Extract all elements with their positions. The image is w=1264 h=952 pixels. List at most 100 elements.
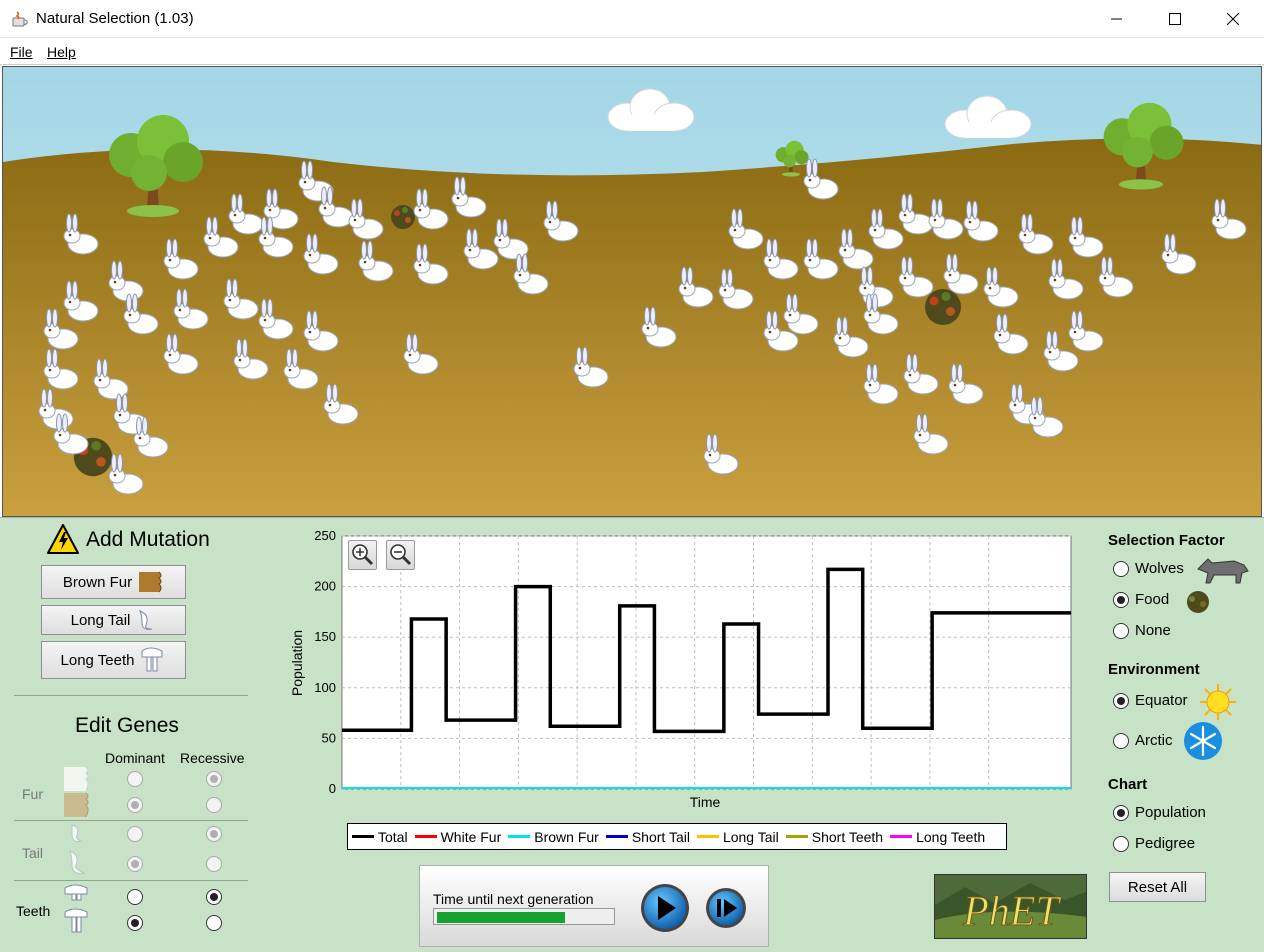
fur-recessive-top-radio[interactable] [206, 771, 222, 787]
phet-logo-image: PhET [935, 875, 1086, 938]
play-button[interactable] [639, 882, 691, 934]
food-label: Food [1135, 591, 1170, 608]
fur-dominant-bottom-radio[interactable] [127, 797, 143, 813]
reset-all-label: Reset All [1127, 878, 1188, 896]
gene-label-fur: Fur [22, 786, 43, 802]
fur-dominant-top-radio[interactable] [127, 771, 143, 787]
close-icon [1227, 13, 1239, 25]
long-tail-label: Long Tail [70, 611, 131, 629]
mutation-genes-separator [14, 695, 248, 696]
phet-logo-text: PhET [962, 889, 1061, 935]
wolf-icon [1197, 558, 1249, 584]
teeth-recessive-top-radio[interactable] [206, 889, 222, 905]
selection-none-option[interactable]: None [1113, 622, 1171, 639]
legend-label: Long Tail [722, 828, 779, 845]
legend-swatch [508, 835, 531, 838]
long-teeth-label: Long Teeth [60, 651, 135, 669]
menu-file[interactable]: File [10, 44, 33, 60]
menu-bar: File Help [0, 38, 1264, 65]
long-tail-swatch-icon [69, 850, 86, 874]
chart-pedigree-option[interactable]: Pedigree [1113, 835, 1195, 852]
menu-file-label: File [10, 44, 33, 60]
chart-population-option[interactable]: Population [1113, 804, 1206, 821]
long-tail-icon [139, 610, 153, 630]
snowflake-icon [1184, 722, 1222, 760]
legend-item: Total [352, 829, 408, 845]
equator-radio[interactable] [1113, 692, 1129, 709]
y-tick-label: 200 [314, 579, 336, 594]
window-title: Natural Selection (1.03) [36, 10, 194, 27]
none-label: None [1135, 622, 1171, 639]
zoom-in-button[interactable] [348, 540, 377, 570]
none-radio[interactable] [1113, 622, 1129, 639]
food-radio[interactable] [1113, 591, 1129, 608]
chart-choice-title: Chart [1108, 776, 1148, 793]
legend-item: White Fur [414, 828, 502, 845]
legend-swatch [785, 835, 808, 838]
selection-wolves-option[interactable]: Wolves [1113, 560, 1184, 577]
gene-label-teeth: Teeth [16, 903, 51, 919]
tail-recessive-top-radio[interactable] [206, 826, 222, 842]
generation-timer-panel: Time until next generation [419, 865, 769, 947]
population-radio[interactable] [1113, 804, 1129, 821]
tail-recessive-bottom-radio[interactable] [206, 856, 222, 872]
tail-dominant-top-radio[interactable] [127, 826, 143, 842]
zoom-out-button[interactable] [386, 540, 415, 570]
pedigree-label: Pedigree [1135, 835, 1196, 852]
long-tail-button[interactable]: Long Tail [41, 605, 186, 635]
legend-label: Long Teeth [916, 828, 986, 845]
maximize-button[interactable] [1146, 0, 1204, 38]
title-bar: Natural Selection (1.03) [0, 0, 1264, 38]
fur-tail-separator [14, 820, 248, 821]
selection-food-option[interactable]: Food [1113, 591, 1169, 608]
legend-swatch [890, 835, 913, 838]
wolves-label: Wolves [1135, 560, 1184, 577]
legend-label: Total [378, 828, 408, 845]
wolves-radio[interactable] [1113, 560, 1129, 577]
legend-swatch [352, 835, 374, 838]
phet-logo[interactable]: PhET [934, 874, 1087, 939]
white-fur-swatch-icon [64, 766, 89, 792]
java-app-icon [12, 11, 28, 27]
long-teeth-icon [141, 647, 163, 672]
close-button[interactable] [1204, 0, 1262, 38]
legend-item: Long Tail [696, 828, 779, 845]
teeth-recessive-bottom-radio[interactable] [206, 915, 222, 931]
arctic-label: Arctic [1135, 732, 1173, 749]
fur-recessive-bottom-radio[interactable] [206, 797, 222, 813]
y-tick-label: 50 [322, 730, 336, 745]
teeth-dominant-bottom-radio[interactable] [127, 915, 143, 931]
legend-label: Short Teeth [811, 828, 884, 845]
add-mutation-title: Add Mutation [86, 528, 210, 551]
pedigree-radio[interactable] [1113, 835, 1129, 852]
world-canvas [3, 67, 1261, 516]
recessive-column-header: Recessive [180, 750, 245, 766]
minimize-button[interactable] [1088, 0, 1146, 38]
selection-factor-title: Selection Factor [1108, 532, 1225, 549]
edit-genes-title: Edit Genes [75, 714, 179, 737]
legend-item: Short Tail [605, 829, 690, 845]
generation-progress-fill [437, 912, 565, 923]
environment-title: Environment [1108, 661, 1200, 678]
teeth-dominant-top-radio[interactable] [127, 889, 143, 905]
step-button[interactable] [704, 886, 748, 930]
environment-equator-option[interactable]: Equator [1113, 692, 1188, 709]
x-axis-label: Time [690, 794, 721, 810]
simulation-world[interactable] [2, 66, 1262, 517]
legend-label: White Fur [440, 828, 502, 845]
equator-label: Equator [1135, 692, 1188, 709]
long-teeth-button[interactable]: Long Teeth [41, 641, 186, 679]
legend-swatch [696, 835, 719, 838]
tail-teeth-separator [14, 880, 248, 881]
zoom-out-icon [390, 544, 412, 566]
brown-fur-button[interactable]: Brown Fur [41, 565, 186, 599]
tail-dominant-bottom-radio[interactable] [127, 856, 143, 872]
environment-arctic-option[interactable]: Arctic [1113, 732, 1173, 749]
reset-all-button[interactable]: Reset All [1109, 872, 1206, 902]
brown-fur-label: Brown Fur [62, 573, 133, 591]
menu-help[interactable]: Help [47, 44, 76, 60]
arctic-radio[interactable] [1113, 732, 1129, 749]
dominant-column-header: Dominant [105, 750, 165, 766]
food-bush-icon [1187, 591, 1209, 613]
gene-label-tail: Tail [22, 845, 44, 861]
